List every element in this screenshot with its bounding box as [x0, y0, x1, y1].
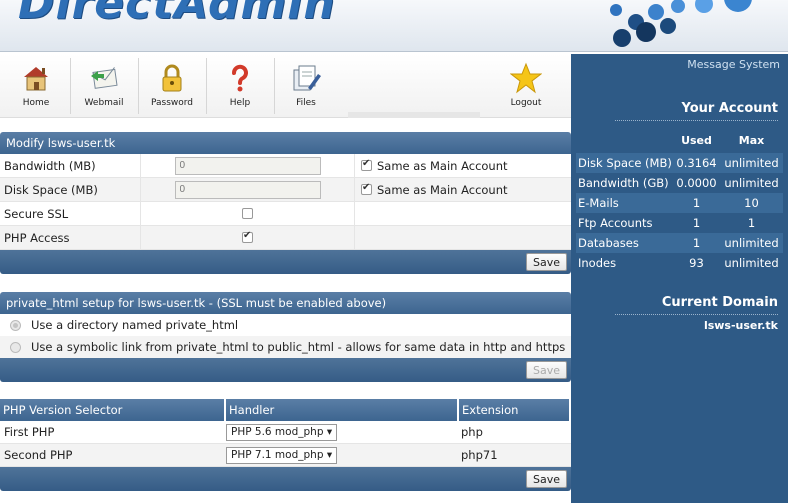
toolbar-divider [138, 58, 139, 114]
title-underline [615, 120, 778, 121]
first-php-handler-select[interactable]: PHP 5.6 mod_php ▾ [226, 423, 338, 441]
php-version-selector-header: PHP Version Selector [0, 399, 224, 421]
handler-header: Handler [226, 399, 457, 421]
your-account-title: Your Account [681, 101, 778, 116]
usage-table: Disk Space (MB) 0.3164 unlimited Bandwid… [576, 153, 783, 273]
current-domain-link[interactable]: lsws-user.tk [704, 319, 778, 332]
symlink-radio[interactable] [10, 341, 21, 353]
padlock-icon [162, 64, 182, 92]
question-mark-icon [232, 64, 248, 92]
chevron-down-icon: ▾ [326, 426, 333, 438]
usage-row-ftp: Ftp Accounts 1 1 [578, 216, 756, 230]
files-icon [293, 65, 321, 91]
second-php-handler-select[interactable]: PHP 7.1 mod_php ▾ [226, 446, 338, 464]
modify-save-bar: Save [0, 250, 571, 274]
mail-icon [91, 67, 118, 89]
toolbar-help[interactable]: Help [208, 54, 272, 118]
toolbar-webmail[interactable]: Webmail [72, 54, 136, 118]
usage-row-inodes: Inodes 93 unlimited [578, 256, 779, 270]
toolbar-logout[interactable]: Logout [494, 54, 558, 118]
first-php-row: First PHP PHP 5.6 mod_php ▾ php [0, 421, 571, 444]
private-html-section-title: private_html setup for lsws-user.tk - (S… [0, 292, 571, 314]
secure-ssl-checkbox[interactable] [242, 208, 253, 219]
toolbar-password[interactable]: Password [140, 54, 204, 118]
private-html-option-directory[interactable]: Use a directory named private_html [0, 314, 571, 336]
secure-ssl-row: Secure SSL [0, 202, 571, 226]
usage-row-emails: E-Mails 1 10 [576, 193, 783, 213]
toolbar-divider [70, 58, 71, 114]
usage-row-bandwidth: Bandwidth (GB) 0.0000 unlimited [578, 176, 779, 190]
title-underline [615, 314, 778, 315]
house-icon [24, 67, 48, 91]
current-domain-title: Current Domain [661, 295, 778, 310]
disk-space-input[interactable] [174, 180, 321, 199]
modify-save-button[interactable]: Save [525, 253, 567, 271]
bandwidth-row: Bandwidth (MB) Same as Main Account [0, 154, 571, 178]
disk-space-row: Disk Space (MB) Same as Main Account [0, 178, 571, 202]
main-toolbar: Home Webmail Password Help Files Logout [0, 54, 571, 118]
php-table-header: PHP Version Selector Handler Extension [0, 399, 571, 421]
private-html-save-bar: Save [0, 358, 571, 382]
php-save-bar: Save [0, 467, 571, 491]
account-panel: Message System Your Account Used Max Dis… [571, 54, 788, 503]
private-html-save-button[interactable]: Save [525, 361, 567, 379]
used-column-header: Used [681, 134, 712, 147]
php-access-row: PHP Access [0, 226, 571, 250]
header-banner: DirectAdmin [0, 0, 788, 52]
modify-section-title: Modify lsws-user.tk [0, 132, 571, 154]
star-icon [510, 62, 542, 94]
second-php-row: Second PHP PHP 7.1 mod_php ▾ php71 [0, 444, 571, 467]
bandwidth-same-checkbox[interactable] [361, 158, 372, 171]
toolbar-divider [274, 58, 275, 114]
toolbar-home[interactable]: Home [4, 54, 68, 118]
extension-header: Extension [459, 399, 569, 421]
usage-header: Used Max [576, 134, 783, 147]
logo-dots-graphic [610, 0, 752, 47]
php-access-checkbox[interactable] [242, 230, 253, 243]
max-column-header: Max [738, 134, 765, 147]
main-content: Modify lsws-user.tk Bandwidth (MB) Same … [0, 118, 571, 491]
disk-same-checkbox[interactable] [361, 182, 372, 195]
toolbar-divider [206, 58, 207, 114]
php-save-button[interactable]: Save [525, 470, 567, 488]
private-html-option-symlink[interactable]: Use a symbolic link from private_html to… [0, 336, 571, 358]
usage-row-databases: Databases 1 unlimited [576, 233, 783, 253]
message-system-link[interactable]: Message System [687, 58, 780, 71]
bandwidth-input[interactable] [174, 156, 321, 175]
directadmin-logo: DirectAdmin [18, 0, 336, 29]
chevron-down-icon: ▾ [326, 449, 333, 461]
toolbar-files[interactable]: Files [276, 54, 336, 118]
directory-radio[interactable] [10, 319, 21, 331]
usage-row-disk: Disk Space (MB) 0.3164 unlimited [576, 153, 783, 173]
